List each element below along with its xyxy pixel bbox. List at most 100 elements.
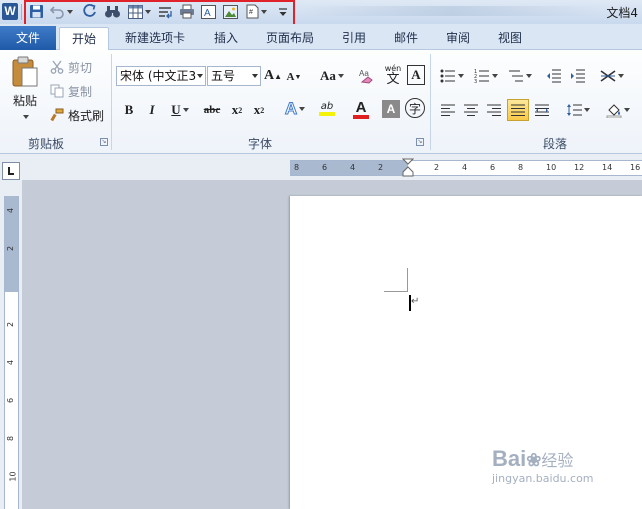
chinese-layout-button[interactable]: [598, 66, 626, 86]
font-size-combo[interactable]: 五号: [207, 66, 261, 86]
horizontal-ruler[interactable]: 8 6 4 2 2 4 6 8 10 12 14 16: [290, 158, 642, 178]
clear-formatting-button[interactable]: Aa: [356, 64, 378, 86]
bullets-button[interactable]: [438, 66, 466, 86]
tab-page-layout[interactable]: 页面布局: [258, 27, 322, 50]
bullets-icon: [440, 69, 455, 83]
character-shading-button[interactable]: A: [382, 100, 400, 118]
print-button[interactable]: [177, 3, 196, 20]
highlight-color-swatch: [319, 112, 335, 116]
find-button[interactable]: [102, 3, 122, 20]
tab-selector[interactable]: [2, 162, 20, 180]
undo-dropdown-icon[interactable]: [66, 9, 73, 14]
underline-dropdown-icon[interactable]: [182, 108, 189, 112]
decrease-indent-button[interactable]: [544, 66, 564, 86]
tab-review[interactable]: 审阅: [438, 27, 478, 50]
baidu-watermark: Bai❀经验 jingyan.baidu.com: [492, 446, 632, 496]
subscript-sub: 2: [238, 105, 243, 115]
tab-new-tab[interactable]: 新建选项卡: [118, 27, 192, 50]
undo-button[interactable]: [48, 3, 74, 20]
text-effects-dropdown-icon[interactable]: [299, 107, 306, 111]
tab-insert[interactable]: 插入: [206, 27, 246, 50]
phonetic-guide-button[interactable]: wén 文: [382, 62, 404, 88]
insert-table-button[interactable]: [126, 3, 152, 20]
tab-home[interactable]: 开始: [59, 27, 109, 50]
tab-mailings[interactable]: 邮件: [386, 27, 426, 50]
align-right-button[interactable]: [484, 100, 504, 120]
underline-button[interactable]: U: [166, 100, 194, 120]
highlight-button[interactable]: ab: [312, 98, 342, 120]
table-dropdown-icon[interactable]: [144, 9, 151, 14]
page-number-button[interactable]: #: [243, 3, 269, 20]
font-group-label: 字体: [247, 137, 272, 151]
paste-button[interactable]: 粘贴: [6, 56, 44, 132]
show-marks-button[interactable]: [156, 3, 174, 20]
font-name-combo[interactable]: 宋体 (中文正3: [116, 66, 206, 86]
page-number-dropdown-icon[interactable]: [260, 9, 267, 14]
watermark-url: jingyan.baidu.com: [492, 472, 594, 485]
indent-marker-icon[interactable]: [402, 158, 414, 178]
italic-button[interactable]: I: [143, 100, 161, 120]
change-case-dropdown-icon[interactable]: [337, 74, 344, 78]
tab-references[interactable]: 引用: [334, 27, 374, 50]
multilevel-list-dropdown-icon[interactable]: [526, 74, 532, 78]
font-size-dropdown-icon[interactable]: [252, 74, 258, 78]
change-case-button[interactable]: Aa: [318, 66, 346, 86]
grow-font-button[interactable]: A ▲: [264, 66, 282, 86]
watermark-brand2: 经验: [541, 451, 574, 470]
paragraph-icon: [158, 6, 172, 18]
italic-label: I: [149, 102, 155, 117]
align-left-button[interactable]: [438, 100, 458, 120]
tab-file[interactable]: 文件: [0, 26, 56, 50]
ruler-number: 6: [6, 397, 16, 404]
line-spacing-dropdown-icon[interactable]: [584, 108, 590, 112]
subscript-button[interactable]: x2: [228, 100, 246, 120]
save-button[interactable]: [27, 3, 45, 20]
multilevel-list-button[interactable]: [506, 66, 534, 86]
customize-qat-button[interactable]: [276, 3, 290, 20]
paragraph-group-label: 段落: [542, 137, 567, 151]
chinese-layout-dropdown-icon[interactable]: [618, 74, 624, 78]
font-name-dropdown-icon[interactable]: [197, 74, 203, 78]
watermark-paw-icon: ❀: [526, 450, 542, 470]
font-color-button[interactable]: A: [346, 98, 376, 120]
word-app-icon[interactable]: W: [2, 3, 18, 20]
bullets-dropdown-icon[interactable]: [458, 74, 464, 78]
cut-button[interactable]: 剪切: [50, 58, 92, 76]
table-icon: [127, 4, 143, 19]
text-effects-button[interactable]: A: [280, 98, 310, 120]
paragraph-shading-button[interactable]: [604, 100, 632, 120]
enclose-characters-button[interactable]: 字: [405, 98, 425, 118]
increase-indent-button[interactable]: [568, 66, 588, 86]
copy-button[interactable]: 复制: [50, 82, 92, 100]
undo-icon: [49, 6, 64, 19]
format-painter-label: 格式刷: [68, 108, 105, 123]
numbering-dropdown-icon[interactable]: [492, 74, 498, 78]
insert-picture-button[interactable]: [221, 3, 239, 20]
ruler-number: 2: [6, 245, 16, 252]
bold-button[interactable]: B: [120, 100, 138, 120]
svg-text:3: 3: [474, 79, 477, 83]
numbering-button[interactable]: 123: [472, 66, 500, 86]
strikethrough-button[interactable]: abc: [201, 100, 223, 120]
character-border-button[interactable]: A: [407, 65, 425, 85]
tab-view[interactable]: 视图: [490, 27, 530, 50]
clipboard-launcher-icon[interactable]: ↘: [100, 138, 108, 146]
document-title: 文档4: [606, 6, 638, 20]
save-icon: [29, 5, 43, 18]
align-center-button[interactable]: [461, 100, 481, 120]
text-effects-label: A: [284, 99, 298, 119]
text-box-button[interactable]: A: [199, 3, 217, 20]
ruler-number: 4: [6, 207, 16, 214]
format-painter-button[interactable]: 格式刷: [50, 106, 104, 124]
paragraph-shading-dropdown-icon[interactable]: [624, 108, 630, 112]
vertical-ruler[interactable]: 4 2 2 4 6 8 10: [4, 196, 19, 509]
align-center-icon: [464, 104, 478, 116]
justify-button[interactable]: [507, 99, 529, 121]
line-spacing-button[interactable]: [564, 100, 592, 120]
distributed-button[interactable]: [532, 100, 552, 120]
shrink-font-button[interactable]: A ▼: [285, 68, 303, 86]
paste-dropdown-icon[interactable]: [23, 115, 29, 119]
superscript-button[interactable]: x2: [250, 100, 268, 120]
redo-button[interactable]: [80, 3, 98, 20]
font-launcher-icon[interactable]: ↘: [416, 138, 424, 146]
